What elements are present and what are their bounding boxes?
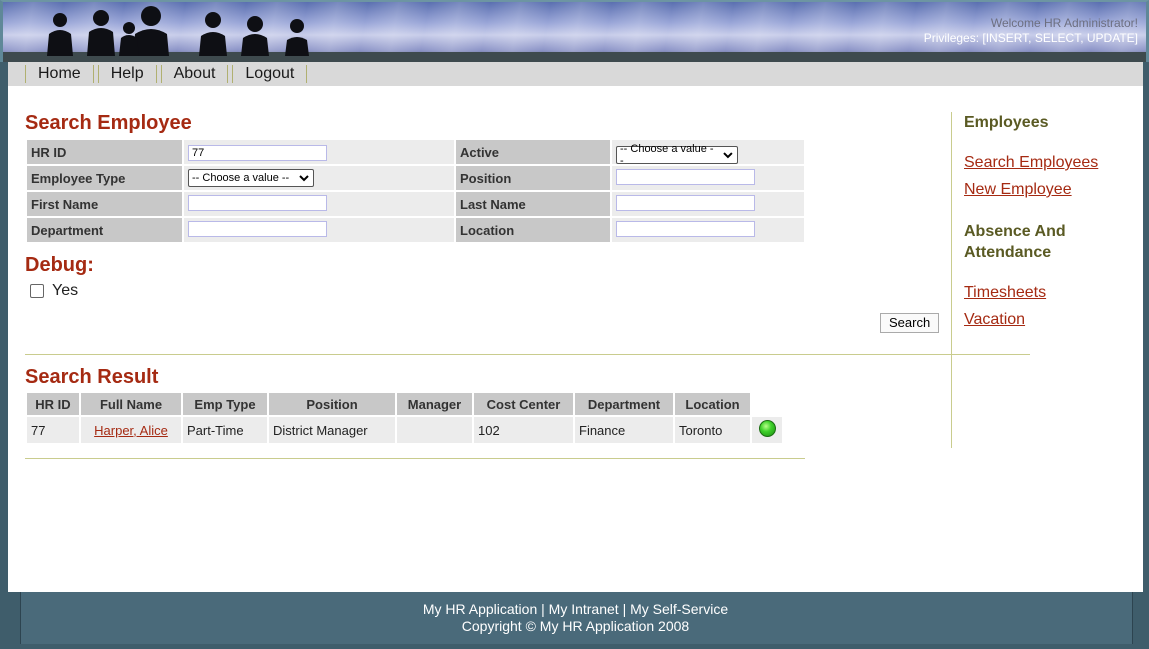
chevron-down-icon xyxy=(723,152,733,159)
divider xyxy=(25,458,805,459)
cell-emp-type: Part-Time xyxy=(183,417,267,443)
nav-home[interactable]: Home xyxy=(25,65,94,83)
cell-position: District Manager xyxy=(269,417,395,443)
last-name-input[interactable] xyxy=(616,194,755,211)
divider xyxy=(25,354,1030,355)
privileges-text: Privileges: [INSERT, SELECT, UPDATE] xyxy=(923,31,1138,45)
last-name-label: Last Name xyxy=(456,192,610,216)
nav-logout[interactable]: Logout xyxy=(232,65,308,83)
active-status-icon xyxy=(758,420,776,437)
col-full-name: Full Name xyxy=(81,393,181,415)
col-manager: Manager xyxy=(397,393,472,415)
chevron-down-icon xyxy=(299,175,309,182)
location-label: Location xyxy=(456,218,610,242)
department-label: Department xyxy=(27,218,182,242)
sidebar-search-employees-link[interactable]: Search Employees xyxy=(964,154,1098,172)
col-hr-id: HR ID xyxy=(27,393,79,415)
table-row[interactable]: 77 Harper, Alice Part-Time District Mana… xyxy=(27,417,782,443)
cell-location: Toronto xyxy=(675,417,750,443)
hr-id-input[interactable]: 77 xyxy=(188,144,327,161)
first-name-label: First Name xyxy=(27,192,182,216)
col-position: Position xyxy=(269,393,395,415)
employee-type-select-value: -- Choose a value -- xyxy=(192,172,290,184)
footer-links: My HR Application | My Intranet | My Sel… xyxy=(422,601,729,617)
col-cost-center: Cost Center xyxy=(474,393,573,415)
employee-type-select[interactable]: -- Choose a value -- xyxy=(188,169,314,187)
nav-about[interactable]: About xyxy=(160,65,229,83)
search-form: HR ID 77 Active -- Choose a value -- Emp… xyxy=(25,138,806,244)
sidebar-attendance-heading-line2: Attendance xyxy=(964,244,1052,261)
nav-help[interactable]: Help xyxy=(97,65,157,83)
top-nav: Home Help About Logout xyxy=(8,62,1143,86)
sidebar-timesheets-link[interactable]: Timesheets xyxy=(964,284,1046,302)
hr-id-label: HR ID xyxy=(27,140,182,164)
sidebar-vacation-link[interactable]: Vacation xyxy=(964,311,1025,329)
active-select[interactable]: -- Choose a value -- xyxy=(616,143,738,167)
footer-copyright: Copyright © My HR Application 2008 xyxy=(461,618,690,634)
sidebar-employees-heading: Employees xyxy=(964,114,1049,131)
sidebar-divider xyxy=(951,112,952,448)
footer: My HR Application | My Intranet | My Sel… xyxy=(8,592,1143,649)
sidebar-new-employee-link[interactable]: New Employee xyxy=(964,181,1072,199)
debug-yes-label: Yes xyxy=(52,282,79,299)
cell-hr-id: 77 xyxy=(27,417,79,443)
position-input[interactable] xyxy=(616,168,755,185)
business-people-logo xyxy=(47,6,309,56)
col-location: Location xyxy=(675,393,750,415)
cell-cost-center: 102 xyxy=(474,417,573,443)
results-header-row: HR ID Full Name Emp Type Position Manage… xyxy=(27,393,782,415)
cell-department: Finance xyxy=(575,417,673,443)
main-content: Search Employee HR ID 77 Active -- Choos… xyxy=(8,86,1143,592)
search-button[interactable]: Search xyxy=(880,313,940,333)
welcome-text: Welcome HR Administrator! xyxy=(990,16,1138,30)
debug-option: Yes xyxy=(30,282,78,300)
header-banner: Welcome HR Administrator! Privileges: [I… xyxy=(0,0,1149,62)
first-name-input[interactable] xyxy=(188,194,327,211)
col-department: Department xyxy=(575,393,673,415)
search-employee-title: Search Employee xyxy=(25,112,192,134)
active-label: Active xyxy=(456,140,610,164)
cell-manager xyxy=(397,417,472,443)
search-result-title: Search Result xyxy=(25,366,159,388)
col-emp-type: Emp Type xyxy=(183,393,267,415)
employee-type-label: Employee Type xyxy=(27,166,182,190)
results-table: HR ID Full Name Emp Type Position Manage… xyxy=(25,391,784,445)
position-label: Position xyxy=(456,166,610,190)
active-select-value: -- Choose a value -- xyxy=(620,143,714,167)
debug-title: Debug: xyxy=(25,254,94,276)
employee-name-link[interactable]: Harper, Alice xyxy=(94,423,168,438)
location-input[interactable] xyxy=(616,220,755,237)
department-input[interactable] xyxy=(188,220,327,237)
sidebar-attendance-heading-line1: Absence And xyxy=(964,223,1066,240)
debug-checkbox[interactable] xyxy=(30,284,44,298)
